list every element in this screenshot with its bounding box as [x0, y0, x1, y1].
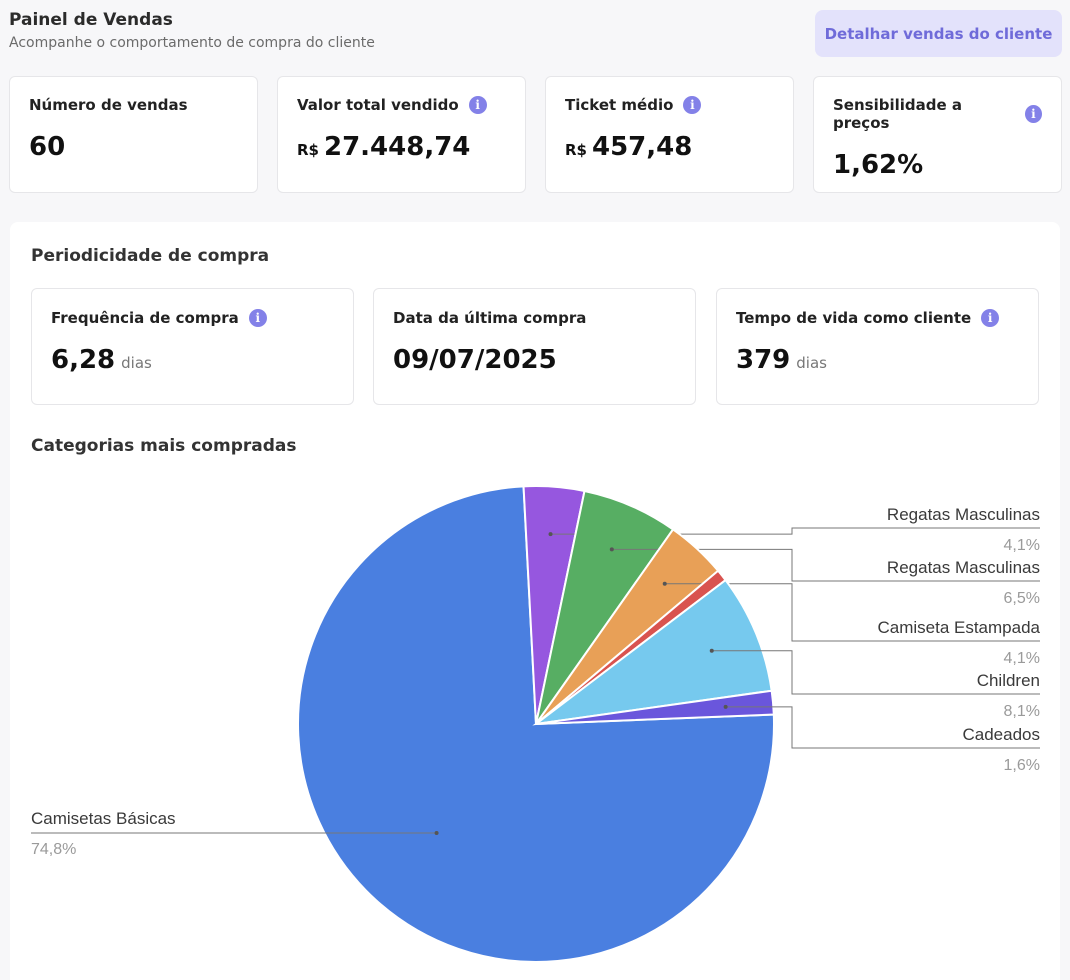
pie-label-anchor [548, 532, 553, 537]
pie-label-text: Camisetas Básicas [31, 809, 176, 828]
pie-label-text: Regatas Masculinas [887, 558, 1040, 577]
pie-label-anchor [434, 831, 439, 836]
pie-percent-text: 4,1% [1004, 537, 1040, 554]
pie-percent-text: 6,5% [1004, 590, 1040, 607]
pie-label-text: Children [977, 671, 1040, 690]
pie-label-text: Regatas Masculinas [887, 505, 1040, 524]
pie-label-anchor [609, 547, 614, 552]
pie-label-anchor [662, 581, 667, 586]
pie-percent-text: 74,8% [31, 841, 76, 858]
pie-label-anchor [723, 704, 728, 709]
pie-label-anchor [709, 648, 714, 653]
pie-label-text: Camiseta Estampada [877, 618, 1040, 637]
pie-percent-text: 4,1% [1004, 650, 1040, 667]
categories-pie-chart: Camisetas Básicas 74,8% Regatas Masculinas… [31, 485, 1041, 963]
pie-percent-text: 8,1% [1004, 703, 1040, 720]
pie-label-text: Cadeados [962, 725, 1040, 744]
pie-percent-text: 1,6% [1004, 757, 1040, 774]
